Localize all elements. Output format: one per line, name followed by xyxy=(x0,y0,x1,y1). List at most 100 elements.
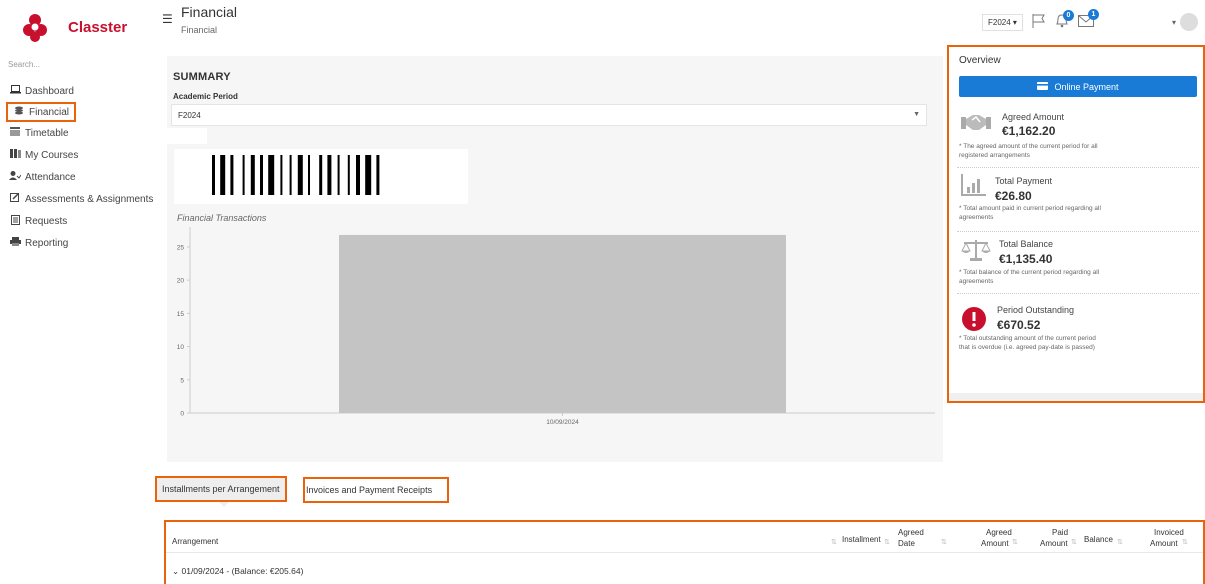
barcode-bar xyxy=(376,155,380,195)
online-payment-button[interactable]: Online Payment xyxy=(959,76,1197,97)
summary-panel: SUMMARY Academic Period F2024 ▼ Financia… xyxy=(167,56,943,462)
column-header-installment[interactable]: Installment xyxy=(842,535,881,545)
barcode-bar xyxy=(280,155,283,195)
barcode-bar xyxy=(289,155,292,195)
column-header-invoiced-amount-line1[interactable]: Invoiced xyxy=(1154,528,1184,538)
sort-icon[interactable]: ⇅ xyxy=(1071,538,1077,546)
top-header: ☰ Financial Financial F2024 ▾ 0 1 ▾ xyxy=(150,0,1205,44)
user-check-icon xyxy=(8,171,22,183)
scale-icon xyxy=(961,238,991,262)
overview-title: Overview xyxy=(959,55,1001,66)
arrangement-group-row[interactable]: ⌄ 01/09/2024 - (Balance: €205.64) xyxy=(172,566,303,577)
app-name: Classter xyxy=(68,18,128,36)
sidebar-item-label: Financial xyxy=(29,106,70,118)
barcode-bar xyxy=(220,155,226,195)
page-title: Financial xyxy=(181,4,238,20)
barcode-bar xyxy=(356,155,360,195)
column-header-agreed-amount-line1[interactable]: Agreed xyxy=(986,528,1012,538)
sidebar-item-requests[interactable]: Requests xyxy=(8,210,153,232)
sidebar-item-dashboard[interactable]: Dashboard xyxy=(8,80,153,102)
period-outstanding-value: €670.52 xyxy=(997,318,1041,332)
sidebar-nav: Dashboard Financial Timetable My Courses xyxy=(6,80,153,254)
breadcrumb: Financial xyxy=(181,25,218,35)
sidebar-item-my-courses[interactable]: My Courses xyxy=(8,144,153,166)
online-payment-label: Online Payment xyxy=(1054,81,1119,92)
period-selector[interactable]: F2024 ▾ xyxy=(982,14,1023,31)
blank-box xyxy=(167,128,207,144)
agreed-amount-note: * The agreed amount of the current perio… xyxy=(959,143,1098,159)
academic-period-value: F2024 xyxy=(178,111,201,120)
sort-icon[interactable]: ⇅ xyxy=(1012,538,1018,546)
logo[interactable]: Classter xyxy=(22,12,127,42)
barcode-bar xyxy=(347,155,350,195)
handshake-icon xyxy=(961,111,991,135)
mail-icon[interactable]: 1 xyxy=(1078,9,1099,32)
hamburger-menu-icon[interactable]: ☰ xyxy=(162,12,173,26)
column-header-paid-amount-line1[interactable]: Paid xyxy=(1052,528,1068,538)
credit-card-icon xyxy=(1037,81,1049,92)
calendar-icon xyxy=(8,127,22,139)
column-header-arrangement[interactable]: Arrangement xyxy=(172,537,218,547)
barcode-bar xyxy=(212,155,215,195)
column-header-invoiced-amount-line2[interactable]: Amount xyxy=(1150,539,1178,549)
column-header-paid-amount-line2[interactable]: Amount xyxy=(1040,539,1068,549)
laptop-icon xyxy=(8,85,22,97)
barcode-bar xyxy=(308,155,310,195)
chevron-down-icon: ▼ xyxy=(913,111,920,118)
column-header-agreed-date-line2[interactable]: Date xyxy=(898,539,915,549)
sidebar-item-financial[interactable]: Financial xyxy=(6,102,76,122)
barcode-bar xyxy=(297,155,303,195)
total-balance-card: Total Balance €1,135.40 * Total balance … xyxy=(957,232,1199,294)
barcode-bar xyxy=(250,155,255,195)
column-header-agreed-date-line1[interactable]: Agreed xyxy=(898,528,924,538)
column-header-balance[interactable]: Balance xyxy=(1084,535,1113,545)
flag-icon[interactable] xyxy=(1032,14,1045,33)
financial-transactions-chart: 0 5 10 15 20 25 10/09/2024 xyxy=(177,227,935,426)
tab-installments-per-arrangement[interactable]: Installments per Arrangement xyxy=(155,476,287,502)
sort-icon[interactable]: ⇅ xyxy=(884,538,890,546)
sidebar-item-attendance[interactable]: Attendance xyxy=(8,166,153,188)
overview-footer xyxy=(949,393,1203,401)
tab-invoices-and-payment-receipts[interactable]: Invoices and Payment Receipts xyxy=(303,477,449,503)
barcode-bar xyxy=(260,155,263,195)
total-payment-label: Total Payment xyxy=(995,176,1053,186)
agreed-amount-value: €1,162.20 xyxy=(1002,124,1056,138)
sidebar-item-label: My Courses xyxy=(25,149,79,161)
sidebar-item-assessments[interactable]: Assessments & Assignments xyxy=(8,188,153,210)
sort-icon[interactable]: ⇅ xyxy=(941,538,947,546)
period-outstanding-label: Period Outstanding xyxy=(997,305,1075,315)
sort-icon[interactable]: ⇅ xyxy=(831,538,837,546)
y-tick-label: 20 xyxy=(177,278,185,285)
barcode-bar xyxy=(319,155,323,195)
installments-table: Arrangement ⇅ Installment ⇅ Agreed Date … xyxy=(164,520,1205,584)
period-outstanding-card: Period Outstanding €670.52 * Total outst… xyxy=(957,294,1199,374)
books-icon xyxy=(8,149,22,161)
total-balance-value: €1,135.40 xyxy=(999,252,1053,266)
total-payment-note: * Total amount paid in current period re… xyxy=(959,205,1101,221)
sidebar-item-timetable[interactable]: Timetable xyxy=(8,122,153,144)
column-header-agreed-amount-line2[interactable]: Amount xyxy=(981,539,1009,549)
search-input[interactable]: Search... xyxy=(8,60,40,69)
barcode-bar xyxy=(365,155,372,195)
header-divider xyxy=(166,552,1203,553)
document-icon xyxy=(8,214,22,228)
summary-title: SUMMARY xyxy=(173,71,231,83)
chart-bar xyxy=(339,234,786,413)
sidebar: Classter Search... Dashboard Financial T xyxy=(0,0,153,584)
user-menu-caret-icon[interactable]: ▾ xyxy=(1172,18,1176,27)
academic-period-label: Academic Period xyxy=(173,92,238,101)
sidebar-item-reporting[interactable]: Reporting xyxy=(8,232,153,254)
avatar[interactable] xyxy=(1180,13,1198,31)
classter-logo-icon xyxy=(22,12,47,42)
message-count-badge: 1 xyxy=(1088,9,1099,20)
alert-icon xyxy=(961,306,991,331)
sort-icon[interactable]: ⇅ xyxy=(1182,538,1188,546)
barcode-bar xyxy=(230,155,234,195)
sort-icon[interactable]: ⇅ xyxy=(1117,538,1123,546)
bell-icon[interactable]: 0 xyxy=(1055,10,1074,33)
printer-icon xyxy=(8,237,22,249)
period-outstanding-note: * Total outstanding amount of the curren… xyxy=(959,335,1096,351)
sidebar-item-label: Assessments & Assignments xyxy=(25,193,154,205)
academic-period-select[interactable]: F2024 ▼ xyxy=(171,104,927,126)
sidebar-item-label: Dashboard xyxy=(25,85,74,97)
